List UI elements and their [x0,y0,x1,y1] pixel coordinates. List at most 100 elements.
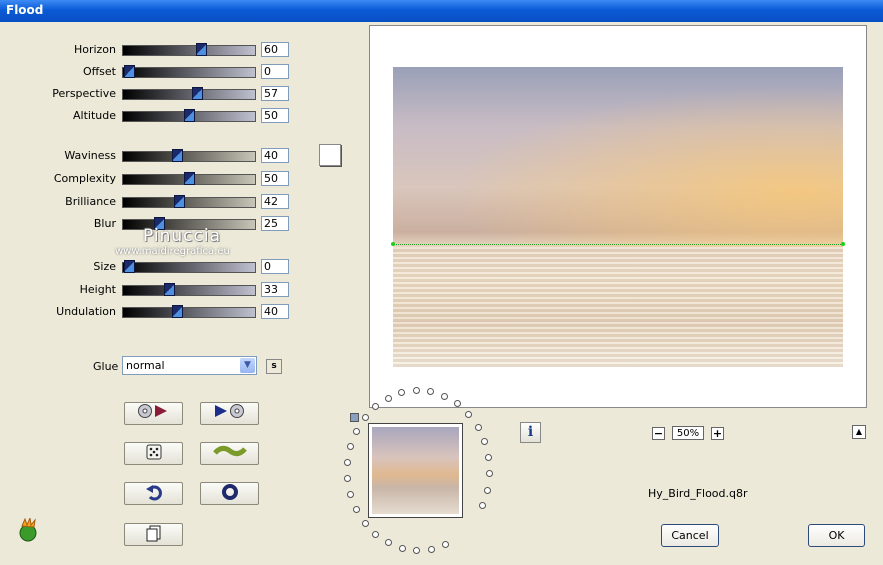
horizon-handle-left[interactable] [391,242,395,246]
navigator-anchor[interactable] [350,413,359,422]
chevron-down-icon[interactable]: ▼ [240,358,255,373]
slider-row-horizon: Horizon 60 [0,42,300,58]
slider-track[interactable] [122,43,256,56]
slider-value-field[interactable]: 0 [261,64,289,79]
reset-button[interactable] [200,482,259,505]
slider-thumb[interactable] [184,172,195,185]
watermark-name: Pinuccia [143,226,221,246]
navigator-thumbnail[interactable] [368,423,463,518]
slider-value-field[interactable]: 33 [261,282,289,297]
ring-dot[interactable] [474,423,482,431]
cancel-button[interactable]: Cancel [661,524,719,547]
slider-label: Offset [82,65,116,78]
slider-track[interactable] [122,172,256,185]
ok-button[interactable]: OK [808,524,865,547]
glue-s-button[interactable]: s [266,359,282,374]
ring-dot[interactable] [361,519,369,527]
slider-thumb[interactable] [163,283,175,296]
arrow-disk-icon [214,404,244,418]
slider-label: Height [79,283,116,296]
preset-filename: Hy_Bird_Flood.q8r [648,487,748,500]
slider-value-field[interactable]: 50 [261,108,289,123]
slider-label: Brilliance [65,195,116,208]
wave-icon [212,445,247,457]
collapse-button[interactable]: ▲ [852,425,866,439]
slider-row-undulation: Undulation 40 [0,304,300,320]
title-bar: Flood [0,0,883,22]
slider-thumb[interactable] [196,43,207,56]
app-logo-icon [19,518,37,542]
slider-value-field[interactable]: 50 [261,171,289,186]
slider-thumb[interactable] [124,260,135,273]
ring-icon [221,484,238,500]
ring-dot[interactable] [441,541,449,549]
ring-dot[interactable] [427,545,435,553]
slider-label: Complexity [53,172,116,185]
ring-dot[interactable] [441,392,449,400]
zoom-out-button[interactable]: − [652,427,665,440]
slider-thumb[interactable] [172,305,183,318]
glue-select[interactable]: normal ▼ [122,356,257,375]
slider-label: Waviness [64,149,116,162]
disk-arrow-icon [137,404,167,418]
wave-button[interactable] [200,442,259,465]
slider-track[interactable] [122,305,256,318]
horizon-line[interactable] [393,244,843,245]
color-swatch[interactable] [319,144,341,166]
slider-value-field[interactable]: 40 [261,148,289,163]
ring-dot[interactable] [353,427,361,435]
ring-dot[interactable] [478,502,486,510]
slider-value-field[interactable]: 57 [261,86,289,101]
info-button[interactable]: i [520,422,541,443]
slider-value-field[interactable]: 40 [261,304,289,319]
preview-image[interactable] [391,67,845,367]
slider-track[interactable] [122,87,256,100]
window-title: Flood [6,3,44,17]
slider-row-altitude: Altitude 50 [0,108,300,124]
slider-row-height: Height 33 [0,282,300,298]
slider-label: Horizon [73,43,116,56]
zoom-in-button[interactable]: + [711,427,724,440]
slider-track[interactable] [122,65,256,78]
slider-track[interactable] [122,109,256,122]
slider-track[interactable] [122,283,256,296]
slider-label: Perspective [52,87,116,100]
horizon-handle-right[interactable] [841,242,845,246]
slider-value-field[interactable]: 0 [261,259,289,274]
slider-label: Altitude [73,109,116,122]
slider-thumb[interactable] [174,195,186,208]
glue-select-value: normal [126,359,165,372]
zoom-level: 50% [672,426,704,440]
slider-thumb[interactable] [192,87,204,100]
thumbnail-image [372,427,459,514]
save-preset-button[interactable] [200,402,259,425]
slider-track[interactable] [122,149,256,162]
ring-dot[interactable] [412,387,420,395]
ring-dot[interactable] [398,544,406,552]
ring-dot[interactable] [483,486,491,494]
page-icon [146,525,160,542]
preview-sky-glow [393,67,843,247]
slider-label: Size [93,260,116,273]
slider-value-field[interactable]: 60 [261,42,289,57]
slider-thumb[interactable] [184,109,195,122]
slider-thumb[interactable] [124,65,135,78]
undo-button[interactable] [124,482,183,505]
copy-button[interactable] [124,523,183,546]
ring-dot[interactable] [384,394,392,402]
dice-icon [146,444,161,460]
slider-row-waviness: Waviness 40 [0,148,300,164]
slider-track[interactable] [122,260,256,273]
slider-track[interactable] [122,195,256,208]
ring-dot[interactable] [413,546,421,554]
slider-value-field[interactable]: 42 [261,194,289,209]
preview-water [393,247,843,367]
ring-dot[interactable] [485,454,493,462]
slider-value-field[interactable]: 25 [261,216,289,231]
slider-thumb[interactable] [172,149,183,162]
slider-row-complexity: Complexity 50 [0,171,300,187]
randomize-button[interactable] [124,442,183,465]
slider-label: Blur [93,217,116,230]
ring-dot[interactable] [361,414,369,422]
load-preset-button[interactable] [124,402,183,425]
